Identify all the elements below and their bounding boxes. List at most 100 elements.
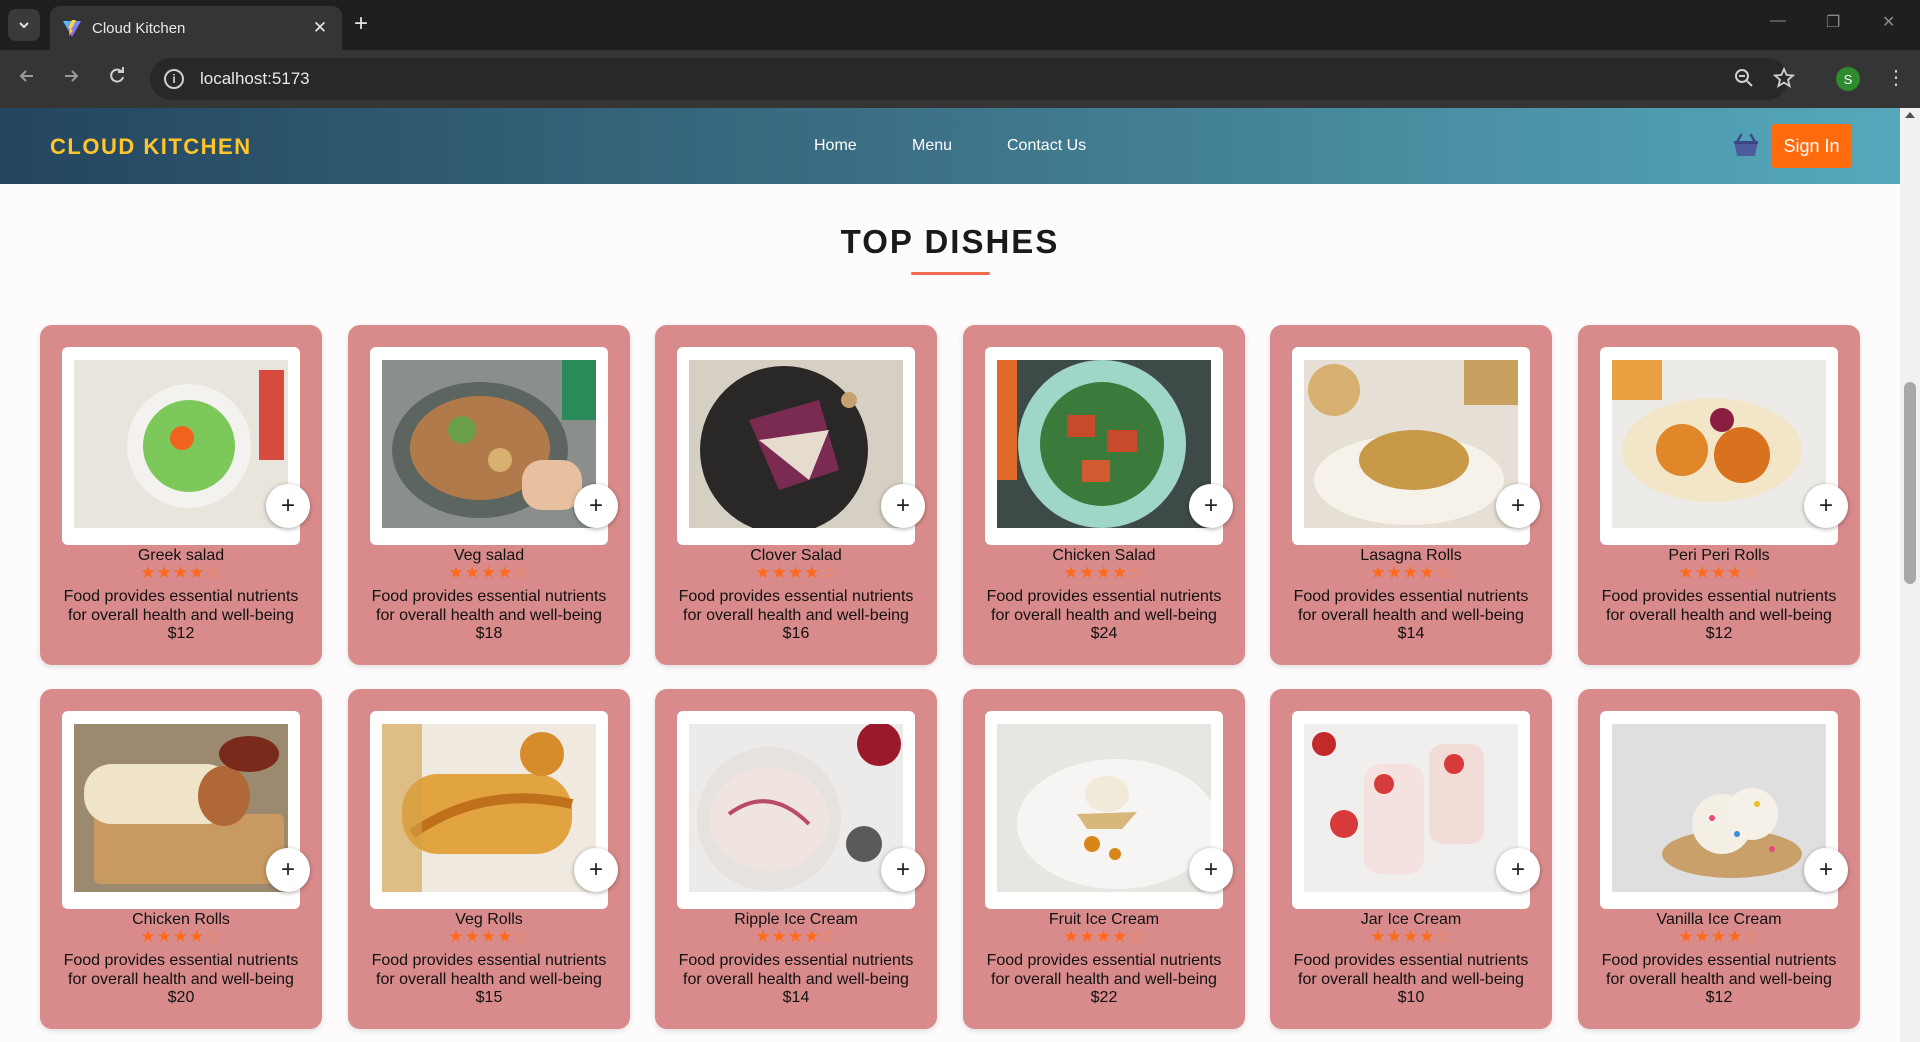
dish-image[interactable] bbox=[689, 360, 903, 528]
dish-image[interactable] bbox=[1304, 360, 1518, 528]
star-filled-icon: ★★★★ bbox=[140, 563, 206, 582]
page-scrollbar[interactable] bbox=[1900, 108, 1920, 1042]
dish-price: $18 bbox=[475, 625, 503, 642]
dish-description-line: for overall health and well-being bbox=[991, 971, 1217, 988]
dish-description: Food provides essential nutrients for ove… bbox=[348, 951, 630, 989]
star-filled-icon: ★★★★ bbox=[448, 563, 514, 582]
dish-description-line: Food provides essential nutrients bbox=[986, 952, 1222, 969]
dish-description-line: for overall health and well-being bbox=[683, 971, 909, 988]
dish-card[interactable]: + Veg salad ★★★★☆ Food provides essential n… bbox=[348, 325, 630, 665]
dish-card[interactable]: + Clover Salad ★★★★☆ Food provides essentia… bbox=[655, 325, 937, 665]
dish-description: Food provides essential nutrients for ove… bbox=[348, 587, 630, 625]
dish-card[interactable]: + Greek salad ★★★★☆ Food provides essential… bbox=[40, 325, 322, 665]
star-empty-icon: ☆ bbox=[1743, 927, 1760, 946]
add-to-cart-button[interactable]: + bbox=[1804, 484, 1848, 528]
rating-stars: ★★★★☆ bbox=[1578, 927, 1860, 947]
dish-image-frame: + bbox=[370, 347, 618, 545]
profile-avatar[interactable]: S bbox=[1836, 67, 1860, 91]
add-to-cart-button[interactable]: + bbox=[574, 484, 618, 528]
address-bar[interactable]: i localhost:5173 bbox=[150, 58, 1788, 100]
dish-card[interactable]: + Ripple Ice Cream ★★★★☆ Food provides esse… bbox=[655, 689, 937, 1029]
dish-price: $12 bbox=[167, 625, 195, 642]
dish-card[interactable]: + Vanilla Ice Cream ★★★★☆ Food provides ess… bbox=[1578, 689, 1860, 1029]
scrollbar-thumb[interactable] bbox=[1904, 382, 1916, 584]
browser-tab-strip: Cloud Kitchen ✕ + — ❐ ✕ bbox=[0, 0, 1920, 50]
reload-button[interactable] bbox=[104, 66, 130, 93]
dish-price: $20 bbox=[167, 989, 195, 1006]
dish-price: $12 bbox=[1705, 625, 1733, 642]
rating-stars: ★★★★☆ bbox=[40, 563, 322, 583]
add-to-cart-button[interactable]: + bbox=[266, 484, 310, 528]
star-filled-icon: ★★★★ bbox=[1678, 563, 1744, 582]
star-empty-icon: ☆ bbox=[1128, 927, 1145, 946]
add-to-cart-button[interactable]: + bbox=[266, 848, 310, 892]
add-to-cart-button[interactable]: + bbox=[1804, 848, 1848, 892]
tab-search-button[interactable] bbox=[8, 9, 40, 41]
dish-image[interactable] bbox=[997, 360, 1211, 528]
nav-contact-us[interactable]: Contact Us bbox=[1007, 137, 1086, 155]
reload-icon bbox=[110, 67, 124, 83]
back-button[interactable] bbox=[14, 66, 40, 93]
new-tab-button[interactable]: + bbox=[354, 12, 368, 36]
site-info-icon[interactable]: i bbox=[164, 69, 184, 89]
add-to-cart-button[interactable]: + bbox=[881, 848, 925, 892]
dish-image[interactable] bbox=[1304, 724, 1518, 892]
star-filled-icon: ★★★★ bbox=[1370, 563, 1436, 582]
add-to-cart-button[interactable]: + bbox=[881, 484, 925, 528]
dish-image[interactable] bbox=[382, 360, 596, 528]
dish-card[interactable]: + Jar Ice Cream ★★★★☆ Food provides essenti… bbox=[1270, 689, 1552, 1029]
dish-image[interactable] bbox=[1612, 724, 1826, 892]
rating-stars: ★★★★☆ bbox=[655, 563, 937, 583]
add-to-cart-button[interactable]: + bbox=[1496, 484, 1540, 528]
dish-image[interactable] bbox=[1612, 360, 1826, 528]
dish-description-line: for overall health and well-being bbox=[68, 971, 294, 988]
dish-card[interactable]: + Veg Rolls ★★★★☆ Food provides essential n… bbox=[348, 689, 630, 1029]
browser-menu-icon[interactable]: ⋮ bbox=[1886, 65, 1906, 90]
dish-card[interactable]: + Peri Peri Rolls ★★★★☆ Food provides essen… bbox=[1578, 325, 1860, 665]
sign-in-button[interactable]: Sign In bbox=[1771, 124, 1852, 168]
dish-price: $22 bbox=[1090, 989, 1118, 1006]
zoom-icon[interactable] bbox=[1733, 67, 1755, 95]
nav-menu[interactable]: Menu bbox=[912, 137, 952, 155]
dish-description-line: for overall health and well-being bbox=[1606, 971, 1832, 988]
dish-description: Food provides essential nutrients for ove… bbox=[963, 951, 1245, 989]
browser-tab[interactable]: Cloud Kitchen ✕ bbox=[50, 6, 342, 50]
add-to-cart-button[interactable]: + bbox=[1189, 484, 1233, 528]
dish-card[interactable]: + Chicken Rolls ★★★★☆ Food provides essenti… bbox=[40, 689, 322, 1029]
dish-image[interactable] bbox=[382, 724, 596, 892]
scroll-up-arrow-icon[interactable] bbox=[1905, 112, 1915, 118]
add-to-cart-button[interactable]: + bbox=[1496, 848, 1540, 892]
dish-image-frame: + bbox=[1600, 711, 1848, 909]
dish-description-line: for overall health and well-being bbox=[1298, 607, 1524, 624]
rating-stars: ★★★★☆ bbox=[348, 927, 630, 947]
minimize-button[interactable]: — bbox=[1770, 12, 1786, 30]
bookmark-star-icon[interactable] bbox=[1772, 66, 1796, 95]
tab-close-icon[interactable]: ✕ bbox=[310, 18, 330, 38]
basket-icon[interactable] bbox=[1731, 130, 1761, 160]
dish-description: Food provides essential nutrients for ove… bbox=[963, 587, 1245, 625]
dish-image[interactable] bbox=[74, 724, 288, 892]
dish-card[interactable]: + Fruit Ice Cream ★★★★☆ Food provides essen… bbox=[963, 689, 1245, 1029]
star-empty-icon: ☆ bbox=[513, 563, 530, 582]
rating-stars: ★★★★☆ bbox=[1578, 563, 1860, 583]
add-to-cart-button[interactable]: + bbox=[574, 848, 618, 892]
dish-card[interactable]: + Chicken Salad ★★★★☆ Food provides essenti… bbox=[963, 325, 1245, 665]
url-text[interactable]: localhost:5173 bbox=[200, 69, 310, 89]
dish-image-frame: + bbox=[1292, 711, 1540, 909]
close-window-button[interactable]: ✕ bbox=[1882, 12, 1895, 32]
section-title: TOP DISHES bbox=[840, 223, 1060, 260]
dish-image[interactable] bbox=[997, 724, 1211, 892]
nav-home[interactable]: Home bbox=[814, 137, 857, 155]
arrow-left-icon bbox=[19, 70, 33, 82]
add-to-cart-button[interactable]: + bbox=[1189, 848, 1233, 892]
dish-image[interactable] bbox=[74, 360, 288, 528]
rating-stars: ★★★★☆ bbox=[655, 927, 937, 947]
dish-description-line: Food provides essential nutrients bbox=[678, 588, 914, 605]
forward-button[interactable] bbox=[58, 66, 84, 93]
restore-button[interactable]: ❐ bbox=[1826, 12, 1840, 32]
dish-card[interactable]: + Lasagna Rolls ★★★★☆ Food provides essenti… bbox=[1270, 325, 1552, 665]
dish-description: Food provides essential nutrients for ove… bbox=[655, 587, 937, 625]
dish-image[interactable] bbox=[689, 724, 903, 892]
brand-logo[interactable]: CLOUD KITCHEN bbox=[50, 134, 252, 160]
dish-image-frame: + bbox=[985, 347, 1233, 545]
